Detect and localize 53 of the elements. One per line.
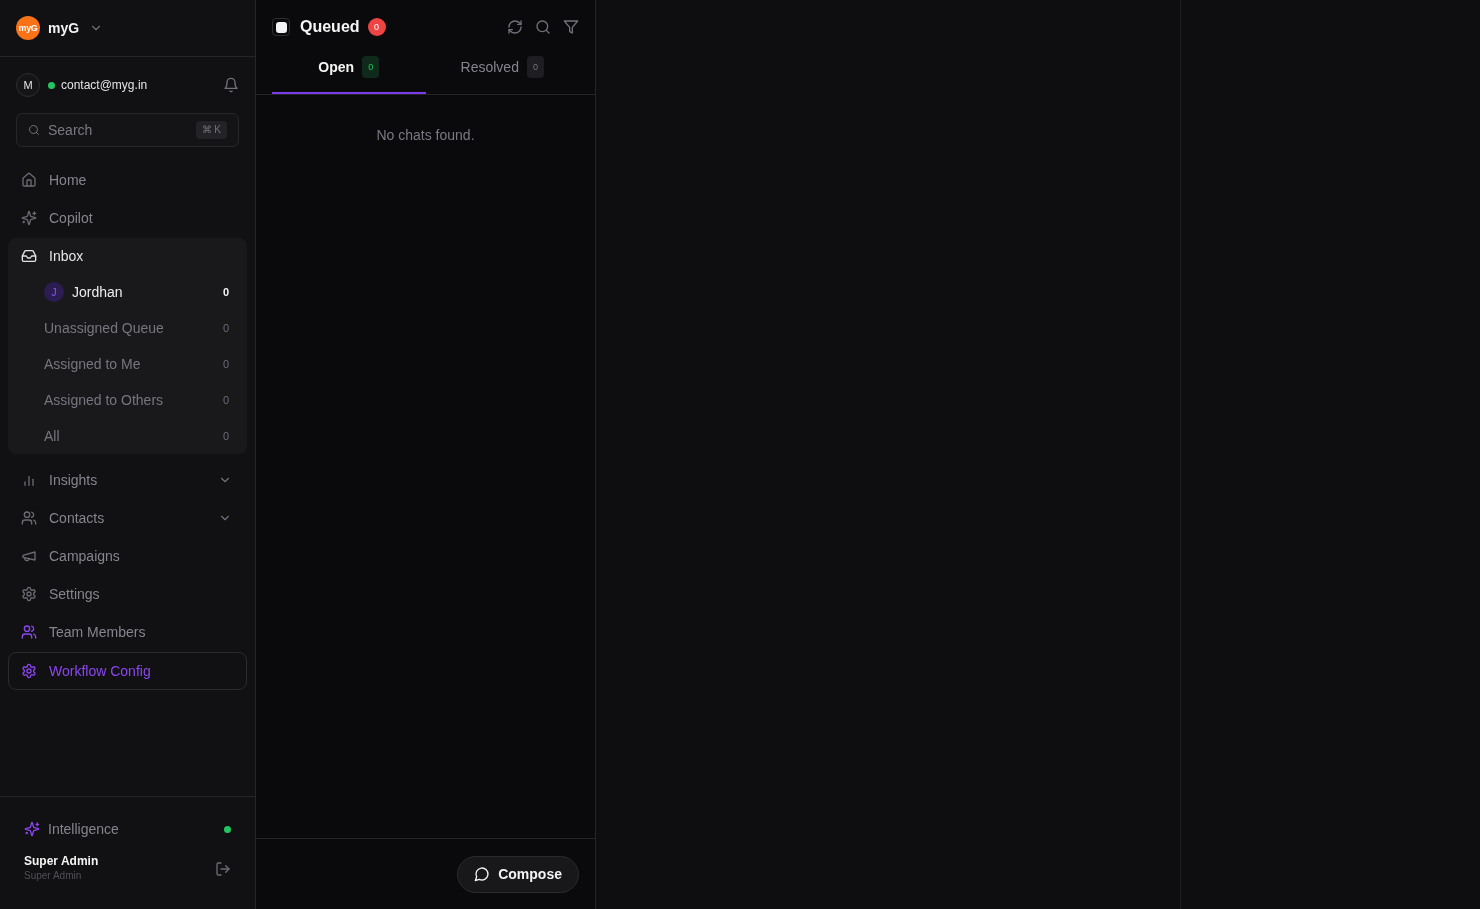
refresh-icon[interactable] (507, 19, 523, 35)
sparkles-icon (21, 210, 37, 226)
nav-item[interactable]: Insights (8, 462, 247, 498)
avatar: M (16, 73, 40, 97)
avatar: J (44, 282, 64, 302)
count-badge: 0 (362, 56, 380, 78)
nav-item[interactable]: Copilot (8, 200, 247, 236)
gear-icon (21, 663, 37, 679)
house-icon (21, 172, 37, 188)
bell-icon[interactable] (223, 77, 239, 93)
tab[interactable]: Resolved 0 (425, 50, 579, 94)
users-icon (21, 510, 37, 526)
nav-item[interactable]: Settings (8, 576, 247, 612)
workspace-name: myG (48, 20, 80, 36)
user-role: Super Admin (24, 869, 82, 883)
unread-count: 0 (222, 358, 229, 370)
nav-item[interactable]: Team Members (8, 614, 247, 650)
sparkles-icon (24, 821, 40, 837)
speech-bubble-icon (474, 866, 491, 882)
empty-message: No chats found. (376, 127, 475, 144)
sub-nav-item[interactable]: Assigned to Others (44, 382, 223, 418)
unread-count: 0 (222, 430, 229, 442)
compose-button[interactable]: Compose (457, 855, 579, 893)
count-badge: 0 (526, 56, 544, 78)
filter-icon[interactable] (563, 19, 579, 35)
search-icon[interactable] (535, 19, 551, 35)
nav-item[interactable]: Home (8, 162, 247, 198)
user-name: Super Admin (24, 854, 99, 869)
sub-nav-item[interactable]: J Jordhan (44, 274, 223, 310)
count-badge: 0 (367, 18, 386, 36)
unread-count: 0 (222, 322, 229, 334)
sub-nav-item[interactable]: All (44, 418, 223, 454)
nav-item[interactable]: Campaigns (8, 538, 247, 574)
queue-title: Queued (300, 18, 360, 36)
logo-badge: myG (16, 16, 40, 40)
tab[interactable]: Open 0 (272, 50, 426, 94)
unread-count: 0 (222, 394, 229, 406)
sub-nav-item[interactable]: Assigned to Me (44, 346, 223, 382)
search-icon (28, 124, 40, 136)
unread-count: 0 (222, 286, 229, 298)
nav-item[interactable]: Contacts (8, 500, 247, 536)
users-icon (21, 624, 37, 640)
intelligence-label: Intelligence (48, 821, 120, 837)
square-toggle-icon[interactable] (272, 18, 290, 36)
logout-icon[interactable] (215, 860, 231, 877)
nav-item[interactable]: Workflow Config (8, 652, 247, 690)
megaphone-icon (21, 548, 37, 564)
gear-icon (21, 586, 37, 602)
nav-item[interactable]: Inbox (8, 238, 247, 274)
account-email: contact@myg.in (61, 78, 148, 92)
sub-nav-item[interactable]: Unassigned Queue (44, 310, 223, 346)
inbox-tray-icon (21, 248, 37, 264)
keyboard-shortcut: ⌘ K (195, 121, 227, 139)
